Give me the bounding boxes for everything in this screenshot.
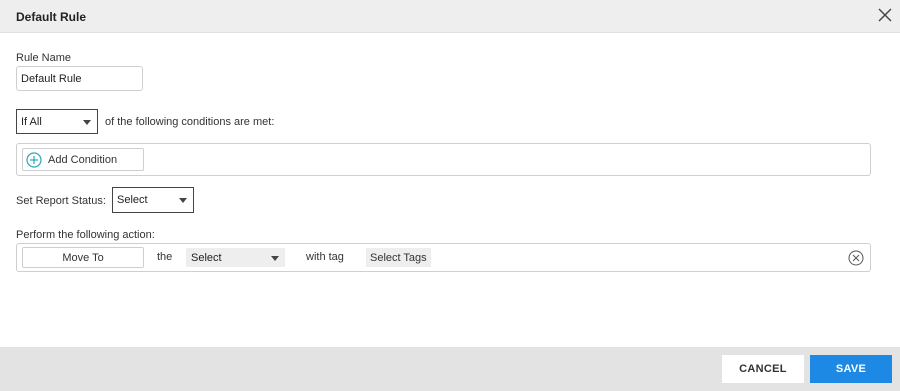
add-condition-label: Add Condition (48, 153, 118, 166)
conditions-suffix-text: of the following conditions are met: (105, 116, 275, 128)
report-status-select[interactable]: Select (112, 187, 194, 213)
save-button[interactable]: SAVE (810, 355, 892, 383)
target-select-value: Select (191, 251, 222, 264)
rule-name-value: Default Rule (21, 72, 82, 85)
the-text: the (157, 251, 173, 263)
dialog-title: Default Rule (16, 10, 87, 24)
match-type-value: If All (21, 115, 42, 128)
close-icon[interactable] (878, 8, 892, 22)
report-status-label: Set Report Status: (16, 195, 106, 207)
action-label: Perform the following action: (16, 229, 155, 241)
rule-name-input[interactable]: Default Rule (16, 66, 143, 91)
rule-name-label: Rule Name (16, 52, 72, 64)
report-status-value: Select (117, 194, 148, 206)
target-select[interactable]: Select (186, 248, 285, 267)
select-tags-input[interactable]: Select Tags (366, 248, 431, 267)
remove-circle-icon[interactable] (848, 250, 864, 266)
move-to-button[interactable]: Move To (22, 247, 144, 268)
chevron-down-icon (179, 198, 187, 203)
plus-circle-icon (26, 151, 42, 168)
add-condition-button[interactable]: Add Condition (22, 148, 144, 171)
match-type-select[interactable]: If All (16, 109, 98, 134)
chevron-down-icon (83, 119, 91, 125)
conditions-panel: Add Condition (16, 143, 871, 176)
rule-dialog: Default Rule Rule Name Default Rule If A… (0, 0, 900, 391)
dialog-header: Default Rule (0, 0, 900, 33)
with-tag-text: with tag (306, 251, 344, 263)
cancel-button[interactable]: CANCEL (722, 355, 804, 383)
chevron-down-icon (271, 255, 279, 261)
action-panel: Move To the Select with tag Select Tags (16, 243, 871, 272)
select-tags-placeholder: Select Tags (370, 251, 427, 264)
dialog-footer: CANCEL SAVE (0, 347, 900, 391)
move-to-label: Move To (62, 251, 104, 264)
